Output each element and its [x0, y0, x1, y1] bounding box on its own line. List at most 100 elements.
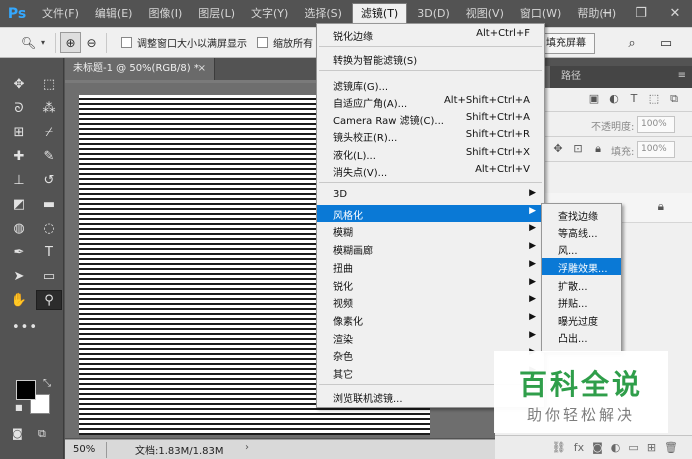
- move-tool-icon[interactable]: ✥: [6, 74, 32, 94]
- menu-item-3d[interactable]: 3D ▶: [317, 187, 544, 204]
- zoom-in-icon[interactable]: ⊕: [60, 32, 82, 53]
- opacity-label: 不透明度:: [591, 122, 635, 133]
- dodge-tool-icon[interactable]: ◌: [36, 218, 62, 238]
- submenu-arrow-icon: ▶: [529, 223, 536, 233]
- menu-item-distort[interactable]: 扭曲 ▶: [317, 258, 544, 275]
- menu-item-pixelate[interactable]: 像素化 ▶: [317, 311, 544, 328]
- menu-item-lens-correction[interactable]: 镜头校正(R)... Shift+Ctrl+R: [317, 127, 544, 144]
- history-brush-tool-icon[interactable]: ↺: [36, 170, 62, 190]
- quick-mask-icon[interactable]: ◙: [12, 427, 23, 440]
- eyedropper-tool-icon[interactable]: ⌿: [36, 122, 62, 142]
- menu-file[interactable]: 文件(F): [34, 0, 87, 27]
- tab-paths[interactable]: 路径: [551, 66, 591, 88]
- magic-wand-tool-icon[interactable]: ⁂: [36, 98, 62, 118]
- panel-menu-icon[interactable]: ≡: [678, 70, 686, 81]
- search-icon[interactable]: ⌕: [621, 33, 643, 54]
- minimize-icon[interactable]: ─: [590, 0, 624, 27]
- zoom-level-field[interactable]: 50%: [65, 441, 107, 458]
- submenu-item-extrude[interactable]: 凸出...: [542, 328, 621, 345]
- menu-item-blur[interactable]: 模糊 ▶: [317, 222, 544, 239]
- zoom-tool-preset[interactable]: 🔍︎ ▾: [0, 32, 51, 53]
- submenu-item-tiles[interactable]: 拼贴...: [542, 293, 621, 310]
- menu-item-vanishing-point[interactable]: 消失点(V)... Alt+Ctrl+V: [317, 162, 544, 179]
- menu-separator: [319, 70, 542, 71]
- restore-icon[interactable]: ❐: [624, 0, 658, 27]
- menu-type[interactable]: 文字(Y): [243, 0, 296, 27]
- workspace-icon[interactable]: ▭: [655, 33, 677, 54]
- menu-item-filter-gallery[interactable]: 滤镜库(G)...: [317, 76, 544, 93]
- divider: [106, 32, 108, 53]
- lock-position-icon[interactable]: ✥: [551, 142, 565, 156]
- menu-item-sharpen[interactable]: 锐化 ▶: [317, 276, 544, 293]
- fx-icon[interactable]: fx: [574, 441, 584, 454]
- filter-smart-icon[interactable]: ⧉: [667, 92, 681, 106]
- menu-item-stylize[interactable]: 风格化 ▶: [317, 205, 544, 222]
- blur-tool-icon[interactable]: ◍: [6, 218, 32, 238]
- delete-layer-icon[interactable]: 🗑︎: [664, 441, 678, 454]
- opacity-field[interactable]: 100%: [637, 116, 675, 133]
- menu-item-render[interactable]: 渲染 ▶: [317, 329, 544, 346]
- pen-tool-icon[interactable]: ✒: [6, 242, 32, 262]
- menu-image[interactable]: 图像(I): [140, 0, 190, 27]
- foreground-color[interactable]: [16, 380, 36, 400]
- submenu-item-diffuse[interactable]: 扩散...: [542, 276, 621, 293]
- default-colors-icon[interactable]: ■: [15, 403, 23, 412]
- menu-item-convert-smart-filter[interactable]: 转换为智能滤镜(S): [317, 50, 544, 67]
- lock-all-icon[interactable]: 🔒︎: [591, 142, 605, 156]
- zoom-all-checkbox[interactable]: [257, 37, 269, 48]
- healing-brush-tool-icon[interactable]: ✚: [6, 146, 32, 166]
- submenu-item-find-edges[interactable]: 查找边缘: [542, 206, 621, 223]
- submenu-item-wind[interactable]: 风...: [542, 240, 621, 257]
- swap-colors-icon[interactable]: ⤡: [43, 378, 51, 389]
- clone-stamp-tool-icon[interactable]: ⊥: [6, 170, 32, 190]
- gradient-tool-icon[interactable]: ▬: [36, 194, 62, 214]
- menu-item-sharpen-edges[interactable]: 锐化边缘 Alt+Ctrl+F: [317, 26, 544, 43]
- menu-edit[interactable]: 编辑(E): [87, 0, 141, 27]
- more-tools-icon[interactable]: •••: [0, 310, 63, 335]
- fill-field[interactable]: 100%: [637, 141, 675, 158]
- filter-pixel-icon[interactable]: ▣: [587, 92, 601, 106]
- fill-screen-button[interactable]: 填充屏幕: [537, 33, 595, 54]
- eraser-tool-icon[interactable]: ◩: [6, 194, 32, 214]
- status-menu-arrow-icon[interactable]: ›: [245, 442, 249, 453]
- zoom-out-icon[interactable]: ⊖: [81, 32, 102, 53]
- filter-adjust-icon[interactable]: ◐: [607, 92, 621, 106]
- new-group-icon[interactable]: ▭: [628, 441, 638, 454]
- chevron-down-icon: ▾: [41, 38, 46, 47]
- adjustment-layer-icon[interactable]: ◐: [611, 441, 621, 454]
- screen-mode-icon[interactable]: ⧉: [38, 427, 46, 441]
- zoom-tool-icon[interactable]: ⚲: [36, 290, 62, 310]
- lock-artboard-icon[interactable]: ⊡: [571, 142, 585, 156]
- rectangle-tool-icon[interactable]: ▭: [36, 266, 62, 286]
- menu-filter[interactable]: 滤镜(T): [351, 2, 408, 25]
- watermark-subtitle: 助你轻松解决: [526, 406, 635, 424]
- color-swatches[interactable]: ⤡ ■: [15, 378, 56, 420]
- resize-windows-checkbox[interactable]: [121, 37, 133, 48]
- link-layers-icon[interactable]: ⛓: [552, 441, 566, 454]
- filter-shape-icon[interactable]: ⬚: [647, 92, 661, 106]
- add-mask-icon[interactable]: ◙: [592, 441, 603, 454]
- brush-tool-icon[interactable]: ✎: [36, 146, 62, 166]
- fill-label: 填充:: [611, 147, 635, 158]
- new-layer-icon[interactable]: ⊞: [647, 441, 656, 454]
- marquee-tool-icon[interactable]: ⬚: [36, 74, 62, 94]
- menu-layer[interactable]: 图层(L): [190, 0, 243, 27]
- document-tab[interactable]: 未标题-1 @ 50%(RGB/8) * ×: [65, 58, 215, 80]
- crop-tool-icon[interactable]: ⊞: [6, 122, 32, 142]
- window-controls: ─ ❐ ✕: [590, 0, 692, 27]
- path-selection-tool-icon[interactable]: ➤: [6, 266, 32, 286]
- close-icon[interactable]: ✕: [658, 0, 692, 27]
- hand-tool-icon[interactable]: ✋: [6, 290, 32, 310]
- menu-item-liquify[interactable]: 液化(L)... Shift+Ctrl+X: [317, 145, 544, 162]
- submenu-item-solarize[interactable]: 曝光过度: [542, 311, 621, 328]
- submenu-item-contour[interactable]: 等高线...: [542, 223, 621, 240]
- menu-item-adaptive-wide-angle[interactable]: 自适应广角(A)... Alt+Shift+Ctrl+A: [317, 93, 544, 110]
- type-tool-icon[interactable]: T: [36, 242, 62, 262]
- submenu-item-emboss[interactable]: 浮雕效果...: [542, 258, 621, 275]
- filter-type-icon[interactable]: T: [627, 92, 641, 106]
- menu-item-camera-raw[interactable]: Camera Raw 滤镜(C)... Shift+Ctrl+A: [317, 110, 544, 127]
- menu-item-video[interactable]: 视频 ▶: [317, 293, 544, 310]
- menu-item-blur-gallery[interactable]: 模糊画廊 ▶: [317, 240, 544, 257]
- lasso-tool-icon[interactable]: ᘐ: [6, 98, 32, 118]
- close-tab-icon[interactable]: ×: [198, 58, 206, 80]
